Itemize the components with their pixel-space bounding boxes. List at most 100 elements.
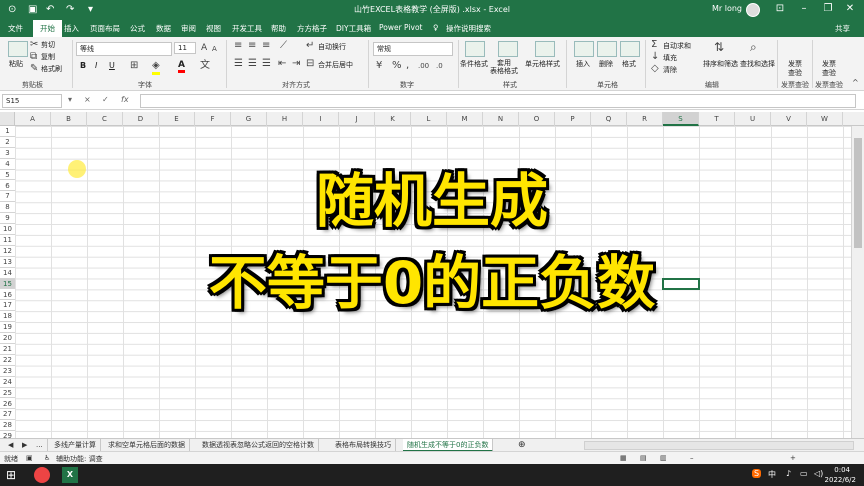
clear-icon[interactable]: ◇ [651,63,659,75]
indent-increase-icon[interactable]: ⇥ [292,58,300,70]
clear-button[interactable]: 清除 [663,65,677,75]
taskbar-date[interactable]: 2022/6/2 [825,476,856,484]
percent-icon[interactable]: % [392,60,402,72]
row-header[interactable]: 21 [0,344,15,355]
copy-button[interactable]: 复制 [41,52,55,62]
column-header[interactable]: L [411,112,447,126]
fill-color-icon[interactable]: ◈ [152,60,160,75]
tell-me-search[interactable]: 操作说明搜索 [446,23,491,34]
column-header[interactable]: D [123,112,159,126]
tab-formulas[interactable]: 公式 [130,23,145,34]
ribbon-display-icon[interactable]: ⊡ [770,3,790,14]
excel-taskbar-icon[interactable]: X [62,467,78,483]
align-left-icon[interactable]: ☰ [234,58,243,70]
column-header[interactable]: Q [591,112,627,126]
row-header[interactable]: 23 [0,366,15,377]
align-center-icon[interactable]: ☰ [248,58,257,70]
mic-icon[interactable]: ♪ [786,469,791,478]
restore-icon[interactable]: ❐ [818,3,838,14]
namebox-dropdown-icon[interactable]: ▾ [68,95,72,104]
row-header[interactable]: 25 [0,388,15,399]
indent-decrease-icon[interactable]: ⇤ [278,58,286,70]
share-button[interactable]: 共享 [835,23,850,34]
column-header[interactable]: S [663,112,699,126]
column-header[interactable]: B [51,112,87,126]
insert-cells-icon[interactable] [574,41,594,57]
wrap-text-button[interactable]: 自动换行 [318,42,346,52]
merge-center-button[interactable]: 合并后居中 [318,60,353,70]
paste-button[interactable]: 粘贴 [9,59,23,69]
row-header[interactable]: 27 [0,409,15,421]
insert-function-icon[interactable]: fx [121,95,129,104]
row-header[interactable]: 2 [0,137,15,148]
name-box[interactable]: S15 [2,94,62,108]
page-layout-view-icon[interactable]: ▤ [640,454,647,462]
tab-review[interactable]: 审阅 [181,23,196,34]
row-header[interactable]: 26 [0,399,15,410]
find-select-button[interactable]: 查找和选择 [740,59,775,69]
zoom-out-icon[interactable]: – [690,454,694,462]
merge-icon[interactable]: ⊟ [306,58,314,70]
copy-icon[interactable]: ⧉ [30,51,37,63]
increase-decimal-icon[interactable]: .00 [418,60,429,72]
underline-button[interactable]: U [109,61,115,70]
column-header[interactable]: F [195,112,231,126]
macro-record-icon[interactable]: ▣ [26,454,33,462]
invoice-check-button-bottom[interactable]: 查验 [788,68,802,78]
align-middle-icon[interactable]: ≡ [248,40,256,52]
cut-icon[interactable]: ✂ [30,39,38,51]
row-header[interactable]: 3 [0,148,15,159]
column-header[interactable]: U [735,112,771,126]
decrease-decimal-icon[interactable]: .0 [436,60,443,72]
fill-icon[interactable]: ↓ [651,51,659,63]
format-as-table-button[interactable]: 套用 表格格式 [490,59,518,75]
collapse-ribbon-icon[interactable]: ^ [852,77,859,89]
column-header[interactable]: J [339,112,375,126]
phonetic-icon[interactable]: 文 [200,60,210,72]
format-as-table-icon[interactable] [498,41,518,57]
network-icon[interactable]: ▭ [800,469,808,478]
conditional-format-icon[interactable] [465,41,485,57]
column-header[interactable]: R [627,112,663,126]
find-select-icon[interactable]: ⌕ [750,41,757,53]
column-header[interactable]: H [267,112,303,126]
sogou-ime-icon[interactable]: S [752,469,762,478]
horizontal-scrollbar[interactable] [584,441,854,450]
paste-icon[interactable] [8,41,28,57]
tab-insert[interactable]: 插入 [64,23,79,34]
row-header[interactable]: 20 [0,333,15,344]
normal-view-icon[interactable]: ▦ [620,454,627,462]
minimize-icon[interactable]: – [794,3,814,14]
cancel-icon[interactable]: × [84,95,91,104]
fill-button[interactable]: 填充 [663,53,677,63]
row-header[interactable]: 24 [0,377,15,388]
column-header[interactable]: A [15,112,51,126]
tab-power-pivot[interactable]: Power Pivot [379,23,422,32]
row-header[interactable]: 19 [0,322,15,334]
format-cells-button[interactable]: 格式 [622,59,636,69]
column-header[interactable]: G [231,112,267,126]
chrome-icon[interactable] [34,467,50,483]
row-header[interactable]: 29 [0,431,15,438]
tab-diy[interactable]: DIY工具箱 [336,23,371,34]
column-header[interactable]: E [159,112,195,126]
windows-start-icon[interactable]: ⊞ [6,467,22,483]
shrink-font-icon[interactable]: A [212,43,217,55]
tab-page-layout[interactable]: 页面布局 [90,23,120,34]
align-top-icon[interactable]: ≡ [234,40,242,52]
taskbar-time[interactable]: 0:04 [834,466,850,474]
grow-font-icon[interactable]: A [201,42,207,54]
sort-filter-icon[interactable]: ⇅ [714,41,724,53]
tab-developer[interactable]: 开发工具 [232,23,262,34]
font-color-button[interactable]: A [178,60,185,73]
row-header[interactable]: 4 [0,159,15,170]
delete-cells-icon[interactable] [597,41,617,57]
page-break-view-icon[interactable]: ▥ [660,454,667,462]
format-painter-button[interactable]: 格式刷 [41,64,62,74]
conditional-format-button[interactable]: 条件格式 [460,59,488,69]
confirm-icon[interactable]: ✓ [102,95,109,104]
insert-cells-button[interactable]: 插入 [576,59,590,69]
tab-data[interactable]: 数据 [156,23,171,34]
volume-icon[interactable]: ◁) [814,469,823,478]
tab-help[interactable]: 帮助 [271,23,286,34]
